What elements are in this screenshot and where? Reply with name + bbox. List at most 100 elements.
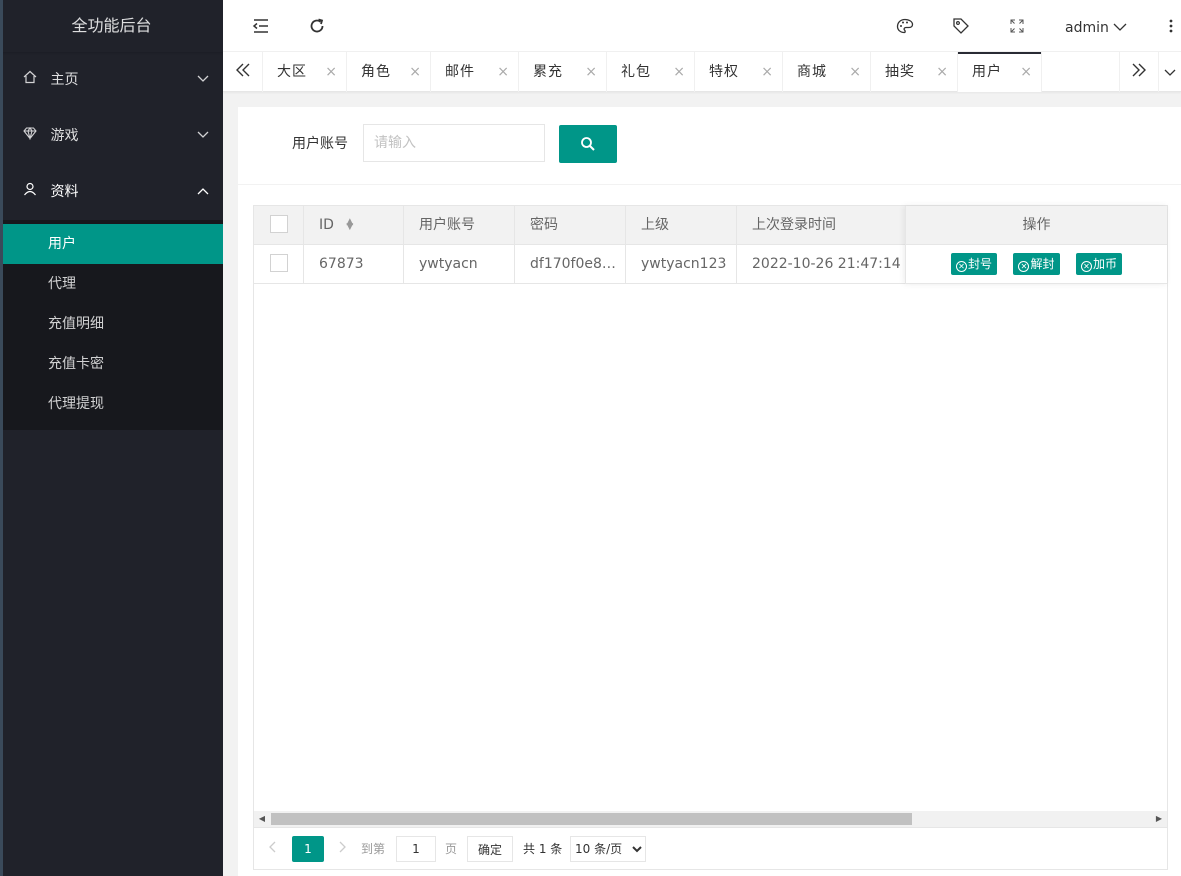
scroll-left-arrow-icon[interactable]: ◀ [254, 811, 270, 827]
add-coins-label: 加币 [1092, 257, 1117, 271]
horizontal-scrollbar[interactable]: ◀ ▶ [254, 811, 1167, 827]
header-cell-id[interactable]: ID ▲ ▼ [304, 206, 404, 245]
users-table: ID ▲ ▼ 用户账号 密码 上级 上次登录时间 67873 ywtyacn df… [253, 205, 1168, 870]
prev-page-icon[interactable] [268, 836, 276, 862]
tag-icon[interactable] [947, 0, 975, 52]
tab-bar: 大区 × 角色 × 邮件 × 累充 × 礼包 × 特权 × 商城 × 抽奖 × 用户 × [223, 52, 1181, 92]
header-cell-parent: 上级 [626, 206, 737, 245]
page-current[interactable]: 1 [292, 836, 324, 862]
header-cell-last-login: 上次登录时间 [737, 206, 907, 245]
sidebar-item-recharge-cards[interactable]: 充值卡密 [0, 344, 223, 384]
tab-mall[interactable]: 商城 × [783, 52, 871, 92]
close-icon[interactable]: × [497, 52, 510, 92]
sidebar-group-label: 主页 [50, 72, 79, 88]
user-icon [22, 164, 38, 220]
goto-page-input[interactable] [396, 836, 436, 862]
scrollbar-thumb[interactable] [271, 813, 912, 825]
close-icon[interactable]: × [325, 52, 338, 92]
close-icon[interactable]: × [585, 52, 598, 92]
sidebar-group-game[interactable]: 游戏 [0, 108, 223, 164]
tab-label: 累充 [533, 64, 563, 80]
user-menu[interactable]: admin [1065, 0, 1127, 52]
close-icon[interactable]: × [409, 52, 422, 92]
tab-cumulative-recharge[interactable]: 累充 × [519, 52, 607, 92]
top-header: admin [223, 0, 1181, 52]
sort-icon[interactable]: ▲ ▼ [346, 218, 353, 232]
tab-region[interactable]: 大区 × [263, 52, 347, 92]
search-input[interactable] [363, 124, 545, 162]
sidebar-group-label: 资料 [50, 184, 79, 200]
user-name: admin [1065, 20, 1109, 36]
sidebar: 全功能后台 主页 游戏 资料 用户 代理 充值明细 充值卡密 代理提现 [0, 0, 223, 876]
refresh-icon[interactable] [303, 0, 331, 52]
chevron-up-icon [197, 164, 209, 220]
chevron-down-icon [1113, 20, 1127, 36]
sidebar-group-profile[interactable]: 资料 [0, 164, 223, 220]
circle-x-icon: ✕ [1080, 261, 1092, 272]
tab-label: 礼包 [621, 64, 651, 80]
next-page-icon[interactable] [339, 836, 347, 862]
row-checkbox[interactable] [270, 253, 288, 272]
total-count: 共 1 条 [523, 842, 563, 856]
sidebar-item-agents[interactable]: 代理 [0, 264, 223, 304]
search-button[interactable] [559, 125, 617, 163]
tab-gift-pack[interactable]: 礼包 × [607, 52, 695, 92]
sidebar-item-agent-withdraw[interactable]: 代理提现 [0, 384, 223, 424]
ban-label: 封号 [968, 257, 993, 271]
tab-label: 邮件 [445, 64, 475, 80]
tab-label: 大区 [277, 64, 307, 80]
close-icon[interactable]: × [936, 52, 949, 92]
header-cell-select [254, 206, 304, 245]
circle-x-icon: ✕ [1018, 261, 1030, 272]
header-cell-account: 用户账号 [404, 206, 515, 245]
tabs-scroll-right-icon[interactable] [1119, 52, 1159, 92]
sidebar-subnav: 用户 代理 充值明细 充值卡密 代理提现 [0, 220, 223, 430]
close-icon[interactable]: × [673, 52, 686, 92]
row-cell-select [254, 245, 304, 284]
unban-label: 解封 [1030, 257, 1055, 271]
fullscreen-icon[interactable] [1003, 0, 1031, 52]
sidebar-item-recharge-details[interactable]: 充值明细 [0, 304, 223, 344]
theme-icon[interactable] [891, 0, 919, 52]
tabs-menu-chevron-icon[interactable] [1159, 52, 1181, 92]
close-icon[interactable]: × [761, 52, 774, 92]
header-cell-actions: 操作 [905, 206, 1167, 245]
tab-role[interactable]: 角色 × [347, 52, 431, 92]
cell-parent: ywtyacn123 [626, 245, 737, 284]
sidebar-group-label: 游戏 [50, 128, 79, 144]
tab-label: 用户 [972, 64, 1002, 80]
sidebar-item-users[interactable]: 用户 [0, 224, 223, 264]
tab-users[interactable]: 用户 × [958, 52, 1042, 92]
row-actions: ✕ 封号 ✕ 解封 ✕ 加币 [905, 245, 1167, 284]
divider [238, 184, 1181, 185]
cell-account: ywtyacn [404, 245, 515, 284]
app-title: 全功能后台 [0, 0, 223, 52]
tab-privilege[interactable]: 特权 × [695, 52, 783, 92]
goto-confirm-button[interactable]: 确定 [467, 836, 513, 862]
select-all-checkbox[interactable] [270, 214, 288, 233]
cell-last-login: 2022-10-26 21:47:14 [737, 245, 907, 284]
page-size-select[interactable]: 10 条/页 [570, 836, 646, 862]
scroll-right-arrow-icon[interactable]: ▶ [1151, 811, 1167, 827]
close-icon[interactable]: × [1020, 52, 1033, 92]
more-icon[interactable] [1163, 0, 1179, 52]
cell-password: df170f0e8… [515, 245, 626, 284]
diamond-icon [22, 108, 38, 164]
header-cell-password: 密码 [515, 206, 626, 245]
ban-button[interactable]: ✕ 封号 [951, 253, 998, 275]
sidebar-group-home[interactable]: 主页 [0, 52, 223, 108]
cell-id: 67873 [304, 245, 404, 284]
tab-label: 商城 [797, 64, 827, 80]
tab-mail[interactable]: 邮件 × [431, 52, 519, 92]
shrink-menu-icon[interactable] [247, 0, 275, 52]
unban-button[interactable]: ✕ 解封 [1013, 253, 1060, 275]
chevron-down-icon [197, 108, 209, 164]
search-label: 用户账号 [292, 136, 348, 152]
main-card: 用户账号 ID ▲▼ 用户账号 密码 上级 上次登录时间 67873 ywty [238, 107, 1181, 876]
close-icon[interactable]: × [849, 52, 862, 92]
search-icon [580, 136, 596, 151]
add-coins-button[interactable]: ✕ 加币 [1075, 253, 1122, 275]
tabs-scroll-left-icon[interactable] [223, 52, 263, 92]
tab-lottery[interactable]: 抽奖 × [871, 52, 958, 92]
pagination: 1 到第 页 确定 共 1 条 10 条/页 [254, 827, 1167, 869]
